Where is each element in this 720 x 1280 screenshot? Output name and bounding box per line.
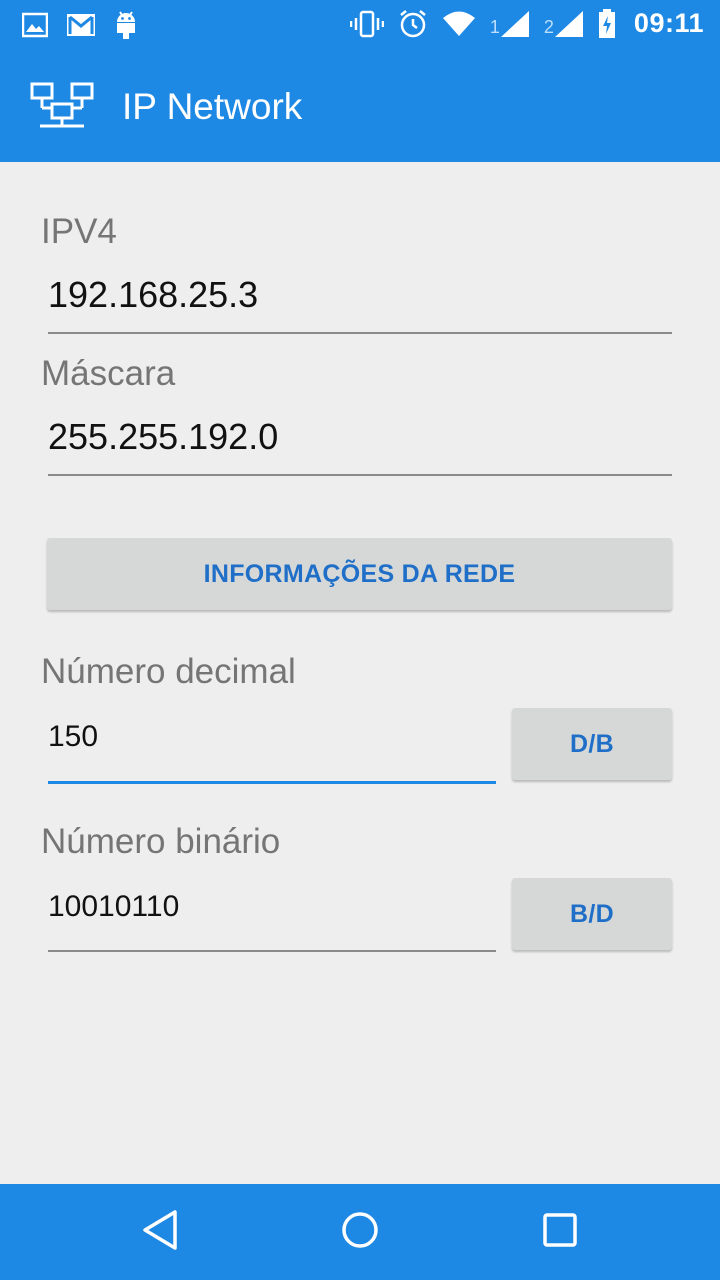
binary-to-decimal-button[interactable]: B/D <box>512 878 672 950</box>
sim1-label: 1 <box>489 16 500 37</box>
back-triangle-icon[interactable] <box>140 1208 180 1257</box>
mask-label: Máscara <box>41 354 176 393</box>
mask-input[interactable]: 255.255.192.0 <box>48 410 672 476</box>
status-clock: 09:11 <box>633 8 704 38</box>
binary-label: Número binário <box>41 822 281 861</box>
wifi-icon <box>442 11 476 37</box>
sim1-signal: 1 <box>490 10 530 38</box>
status-bar: 1 2 09:11 <box>0 0 720 52</box>
sim2-signal: 2 <box>544 10 584 38</box>
decimal-label: Número decimal <box>41 652 296 691</box>
mask-value: 255.255.192.0 <box>48 416 279 457</box>
home-circle-icon[interactable] <box>340 1208 380 1257</box>
ipv4-input[interactable]: 192.168.25.3 <box>48 268 672 334</box>
signal-icon <box>500 10 530 38</box>
decimal-input[interactable]: 150 <box>48 708 496 784</box>
ipv4-label: IPV4 <box>41 212 117 251</box>
gmail-icon <box>66 13 96 37</box>
ipv4-value: 192.168.25.3 <box>48 274 259 315</box>
app-bar: IP Network <box>0 52 720 162</box>
sim2-label: 2 <box>543 16 554 37</box>
network-info-button[interactable]: INFORMAÇÕES DA REDE <box>47 538 672 610</box>
decimal-to-binary-button[interactable]: D/B <box>512 708 672 780</box>
binary-input[interactable]: 10010110 <box>48 878 496 952</box>
navigation-bar <box>0 1184 720 1280</box>
alarm-icon <box>398 9 428 39</box>
image-icon <box>22 12 48 38</box>
android-icon <box>114 10 138 40</box>
battery-charging-icon <box>598 8 616 39</box>
network-icon <box>30 82 94 135</box>
recents-square-icon[interactable] <box>540 1208 580 1257</box>
app-title: IP Network <box>122 86 303 127</box>
binary-value: 10010110 <box>48 890 180 923</box>
vibrate-icon <box>349 10 384 38</box>
signal-icon <box>554 10 584 38</box>
decimal-value: 150 <box>48 720 99 753</box>
